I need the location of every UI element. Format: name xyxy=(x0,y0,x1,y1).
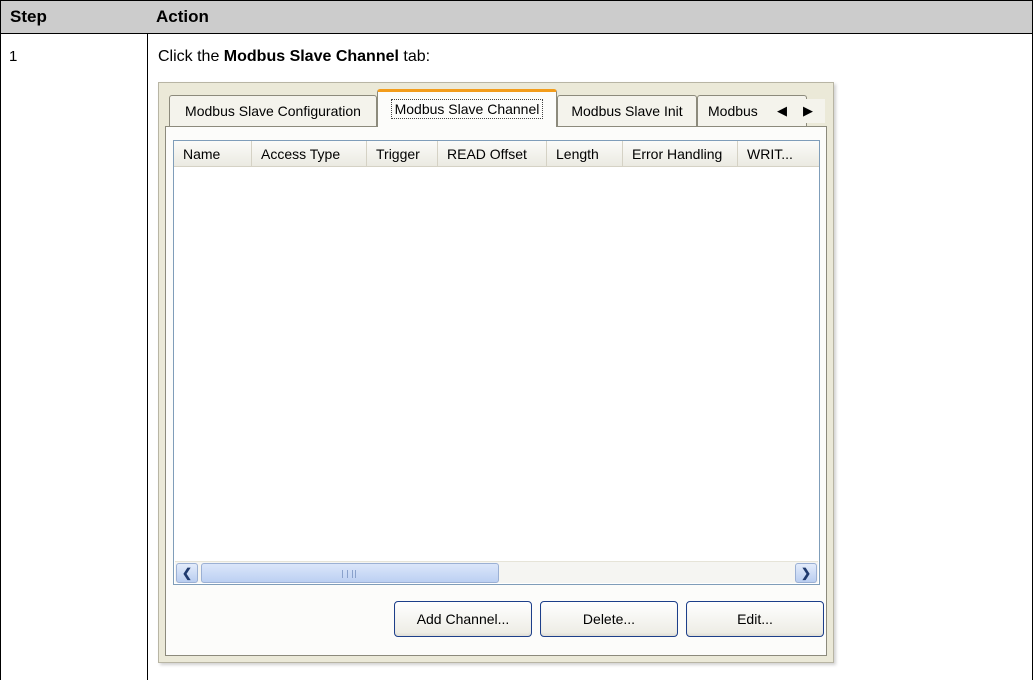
channel-list[interactable]: Name Access Type Trigger READ Offset Len… xyxy=(173,140,820,585)
step-number: 1 xyxy=(9,48,18,65)
column-header-trigger[interactable]: Trigger xyxy=(367,141,438,167)
add-channel-button[interactable]: Add Channel... xyxy=(394,601,532,637)
instruction-table: Step Action 1 Click the Modbus Slave Cha… xyxy=(0,0,1033,680)
triangle-left-icon[interactable]: ◀ xyxy=(771,100,793,122)
action-header: Action xyxy=(147,0,1033,34)
tab-scroll-arrows: ◀ ▶ xyxy=(765,99,825,123)
tab-label-focused: Modbus Slave Channel xyxy=(390,99,544,119)
instruction-prefix: Click the xyxy=(158,48,224,65)
column-header-name[interactable]: Name xyxy=(174,141,252,167)
instruction-suffix: tab: xyxy=(398,48,431,65)
delete-button[interactable]: Delete... xyxy=(540,601,678,637)
modbus-slave-dialog: Modbus Slave Configuration Modbus Slave … xyxy=(158,82,834,663)
grip-icon xyxy=(342,570,356,578)
tab-modbus-slave-init[interactable]: Modbus Slave Init xyxy=(557,95,697,127)
column-header-access-type[interactable]: Access Type xyxy=(252,141,367,167)
instruction-tab-name: Modbus Slave Channel xyxy=(223,48,399,65)
edit-button[interactable]: Edit... xyxy=(686,601,824,637)
table-border-left xyxy=(0,34,1,680)
column-header-read-offset[interactable]: READ Offset xyxy=(438,141,547,167)
column-header-length[interactable]: Length xyxy=(547,141,623,167)
table-divider xyxy=(147,34,148,680)
step-header: Step xyxy=(0,0,148,34)
tab-content: Name Access Type Trigger READ Offset Len… xyxy=(165,126,827,656)
column-header-error-handling[interactable]: Error Handling xyxy=(623,141,738,167)
column-header-write-truncated[interactable]: WRIT... xyxy=(738,141,818,167)
horizontal-scrollbar[interactable]: ❮ ❯ xyxy=(175,561,818,583)
channel-list-header: Name Access Type Trigger READ Offset Len… xyxy=(174,141,819,167)
chevron-right-icon[interactable]: ❯ xyxy=(795,563,817,583)
tab-modbus-slave-channel[interactable]: Modbus Slave Channel xyxy=(377,89,557,127)
scrollbar-thumb[interactable] xyxy=(201,563,499,583)
triangle-right-icon[interactable]: ▶ xyxy=(797,100,819,122)
chevron-left-icon[interactable]: ❮ xyxy=(176,563,198,583)
step-instruction: Click the Modbus Slave Channel tab: xyxy=(158,48,430,66)
tab-modbus-slave-configuration[interactable]: Modbus Slave Configuration xyxy=(169,95,377,127)
